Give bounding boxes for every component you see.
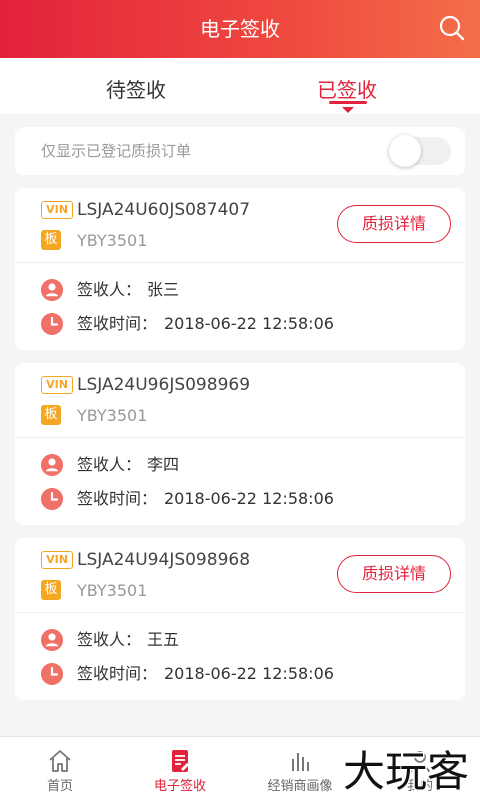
svg-text:大玩客: 大玩客 [343,747,469,794]
person-icon [41,279,63,301]
home-icon [49,750,71,772]
search-icon[interactable] [438,14,466,42]
signer-label: 签收人： [77,280,142,299]
nav-e-sign-label: 电子签收 [153,779,206,794]
sign-time-label: 签收时间： [77,489,158,508]
document-icon [172,750,189,772]
header-bar: 电子签收 [0,0,480,58]
signer-name: 李四 [147,455,180,474]
app-root: 电子签收 待签收 已签收 仅显示已登记质损订单 VIN LSJA24U60JS0… [0,0,480,800]
vin-badge-icon: VIN [41,376,73,394]
card-divider [15,612,465,613]
person-icon [41,454,63,476]
plate-number: YBY3501 [77,581,148,600]
person-icon [41,629,63,651]
page-title: 电子签收 [200,17,280,41]
sign-time-label: 签收时间： [77,314,158,333]
plate-badge-icon: 板 [41,580,61,600]
plate-number: YBY3501 [77,231,148,250]
sign-time: 2018-06-22 12:58:06 [164,489,334,508]
damage-filter-row: 仅显示已登记质损订单 [15,127,465,175]
card-divider [15,262,465,263]
damage-detail-button[interactable]: 质损详情 [337,555,451,593]
signer-name: 张三 [147,280,180,299]
plate-badge-icon: 板 [41,405,61,425]
nav-home-label: 首页 [46,779,73,794]
plate-badge-icon: 板 [41,230,61,250]
plate-number: YBY3501 [77,406,148,425]
nav-e-sign[interactable]: 电子签收 [120,737,240,800]
clock-icon [41,313,63,335]
tab-pending[interactable]: 待签收 [16,58,256,114]
card-divider [15,437,465,438]
order-card[interactable]: VIN LSJA24U96JS098969 板 YBY3501 签收人： 李四 … [15,363,465,525]
signer-label: 签收人： [77,630,142,649]
nav-home[interactable]: 首页 [0,737,120,800]
filter-label: 仅显示已登记质损订单 [41,142,192,160]
order-card[interactable]: VIN LSJA24U60JS087407 板 YBY3501 质损详情 签收人… [15,188,465,350]
tab-signed[interactable]: 已签收 [227,58,467,114]
bar-chart-icon [292,753,309,771]
order-card[interactable]: VIN LSJA24U94JS098968 板 YBY3501 质损详情 签收人… [15,538,465,700]
damage-detail-button[interactable]: 质损详情 [337,205,451,243]
vin-number: LSJA24U94JS098968 [77,550,251,570]
active-tab-caret-icon [342,107,354,113]
clock-icon [41,488,63,510]
vin-badge-icon: VIN [41,551,73,569]
sign-time-label: 签收时间： [77,664,158,683]
vin-badge-icon: VIN [41,201,73,219]
vin-number: LSJA24U96JS098969 [77,375,251,395]
sign-time: 2018-06-22 12:58:06 [164,314,334,333]
active-tab-indicator [329,101,367,104]
tab-bar: 待签收 已签收 [0,58,480,114]
signer-label: 签收人： [77,455,142,474]
watermark-logo: 大玩客 [341,746,470,795]
sign-time: 2018-06-22 12:58:06 [164,664,334,683]
clock-icon [41,663,63,685]
damage-filter-toggle[interactable] [389,135,451,167]
toggle-knob [389,135,421,167]
signer-name: 王五 [147,630,180,649]
vin-number: LSJA24U60JS087407 [77,200,251,220]
